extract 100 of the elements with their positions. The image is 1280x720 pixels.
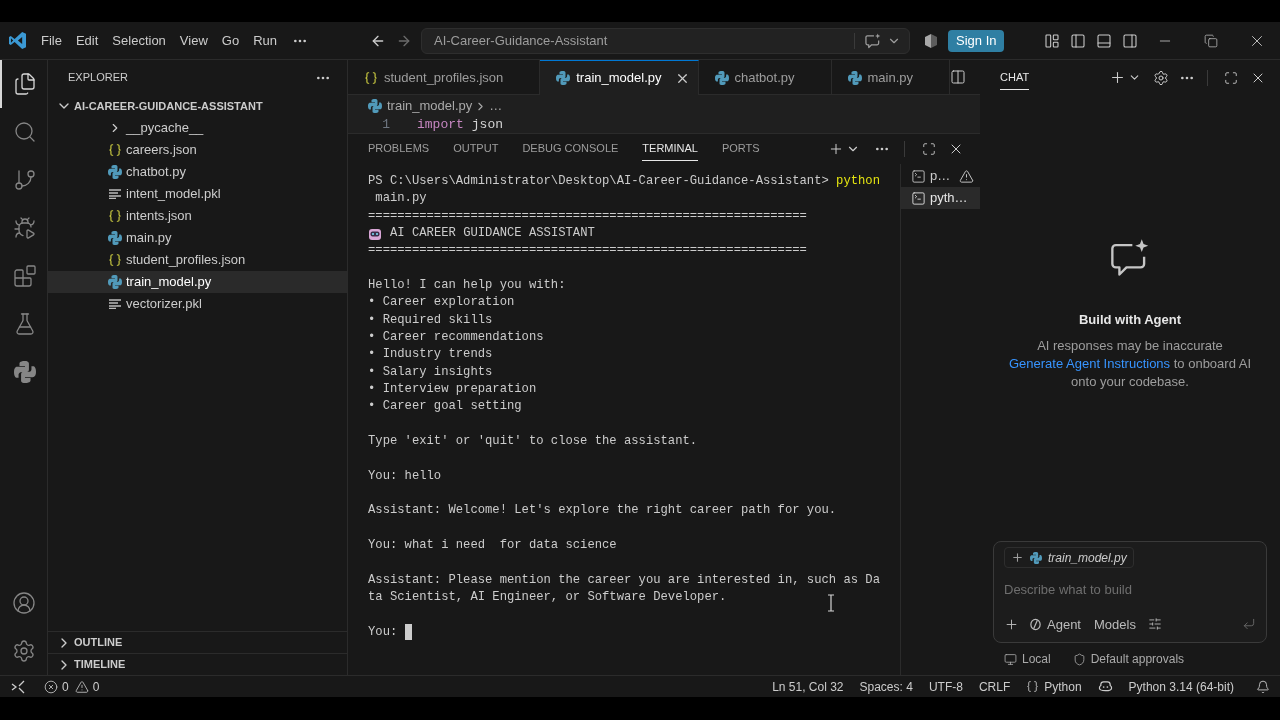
split-editor-icon[interactable] [950,69,967,85]
sliders-icon[interactable] [1147,617,1162,632]
editor-tab[interactable]: train_model.py [540,60,699,95]
new-shell-icon[interactable] [828,141,844,157]
sign-in-button[interactable]: Sign In [948,29,1005,52]
generate-instructions-link[interactable]: Generate Agent Instructions [1008,355,1171,371]
settings-icon[interactable] [1153,69,1169,86]
problems-indicator[interactable]: 0 0 [42,677,102,696]
terminal-line: You: hello [368,468,442,483]
chat-input[interactable]: Describe what to build [1004,577,1256,601]
model-picker[interactable]: Models [1094,614,1136,634]
account-icon[interactable] [11,591,36,615]
chat-tab[interactable]: CHAT [1000,65,1030,90]
add-context-icon[interactable] [1011,551,1024,564]
context-file-chip[interactable]: train_model.py [1004,547,1134,568]
menu-item[interactable]: Edit [68,27,106,54]
terminal-line: Type 'exit' or 'quit' to close the assistant. [368,433,698,448]
terminal-line: You: what i need for data science [368,537,617,552]
terminal-line: • Career recommendations [368,329,544,344]
send-icon[interactable] [1242,617,1256,632]
tree-item[interactable]: student_profiles.json [48,249,347,271]
shell-instance[interactable]: p… [901,165,980,187]
status-item[interactable]: UTF-8 [928,677,963,696]
layout-icon[interactable] [1044,32,1061,49]
sidebar-right-icon[interactable] [1122,32,1139,49]
terminal-prompt: PS C:\Users\Administrator\Desktop\AI-Career-Guidance-Assistant> [368,173,829,190]
monitor-icon [1004,652,1017,666]
python-icon [714,70,729,85]
line-number: 1 [381,117,390,133]
sidebar-left-icon[interactable] [1070,32,1087,49]
restore-icon[interactable] [1204,33,1218,48]
hexagon-icon[interactable] [923,32,939,49]
sidebar-title: EXPLORER [68,70,128,86]
folder-row[interactable]: __pycache__ [48,117,347,139]
terminal-line: • Industry trends [368,347,493,362]
prompt-square-icon [911,168,926,184]
python-icon [368,99,382,113]
maximize-icon[interactable] [1224,70,1238,85]
settings-icon[interactable] [11,639,36,663]
menu-item[interactable]: View [172,27,215,54]
python-icon [847,70,862,85]
status-item[interactable]: CRLF [978,677,1011,696]
remote-icon[interactable] [11,679,25,694]
editor-tab[interactable]: main.py [831,60,951,95]
terminal-line: ============================================================ [368,208,807,223]
editor-tab[interactable]: chatbot.py [698,60,832,95]
tree-item[interactable]: chatbot.py [48,161,347,183]
error-icon [44,679,58,694]
status-item[interactable]: Spaces: 4 [859,677,913,696]
code-token: import [417,117,464,133]
terminal-line: • Interview preparation [368,381,537,396]
new-chat-icon[interactable] [1109,69,1126,86]
shield-icon [1072,652,1086,666]
branch-icon [12,168,37,192]
tree-item[interactable]: main.py [48,227,347,249]
menu-item[interactable]: File [34,27,69,54]
folder-header[interactable]: AI-CAREER-GUIDANCE-ASSISTANT [48,95,347,117]
chat-sparkle-icon[interactable] [865,32,881,49]
menu-item[interactable]: Go [214,27,247,54]
status-item[interactable]: Ln 51, Col 32 [772,677,844,696]
python-icon [108,231,122,245]
attach-icon[interactable] [1004,616,1019,632]
tree-item[interactable]: train_model.py [48,271,347,293]
text-file-icon [109,299,121,309]
code-token: json [471,117,504,133]
bug-play-icon [12,216,37,240]
notifications-icon[interactable] [1256,679,1270,694]
menu-item[interactable]: Selection [105,27,173,54]
panel-bottom-icon[interactable] [1096,32,1113,49]
app-logo-icon[interactable] [8,32,26,49]
breadcrumb-item[interactable]: … [489,96,503,116]
status-item[interactable]: Python 3.14 (64-bit) [1128,677,1234,696]
panel-tab[interactable]: OUTPUT [453,137,499,161]
mode-picker[interactable]: Agent [1029,614,1081,634]
robot-icon [368,226,382,241]
terminal-line: main.py [374,191,427,206]
empty-state-heading: Build with Agent [1078,311,1182,329]
local-button[interactable]: Local [1004,650,1051,668]
menu-item[interactable]: Run [246,27,284,54]
panel-tab[interactable]: PORTS [721,137,760,161]
text-file-icon [109,189,121,199]
panel-tab[interactable]: PROBLEMS [368,137,430,161]
language-mode[interactable]: Python [1026,677,1082,696]
command-center[interactable]: AI-Career-Guidance-Assistant [421,27,910,54]
panel-tab[interactable]: DEBUG CONSOLE [522,137,619,161]
shell-instance[interactable]: pyth… [901,187,980,209]
maximize-panel-icon[interactable] [922,142,936,156]
terminal-line: • Salary insights [368,364,493,379]
python-icon [108,165,122,179]
breadcrumb-item[interactable]: train_model.py [387,96,473,116]
tree-item[interactable]: intent_model.pkl [48,183,347,205]
tree-item[interactable]: intents.json [48,205,347,227]
python-icon [556,71,571,85]
bot-face-icon[interactable] [1097,679,1113,694]
panel-tab[interactable]: TERMINAL [642,137,698,161]
terminal-line: Assistant: Please mention the career you are interested in, such as Da [368,572,880,587]
section-header[interactable]: OUTLINE [48,631,347,653]
tree-item[interactable]: careers.json [48,139,347,161]
tree-item[interactable]: vectorizer.pkl [48,293,347,315]
approvals-button[interactable]: Default approvals [1072,650,1185,668]
